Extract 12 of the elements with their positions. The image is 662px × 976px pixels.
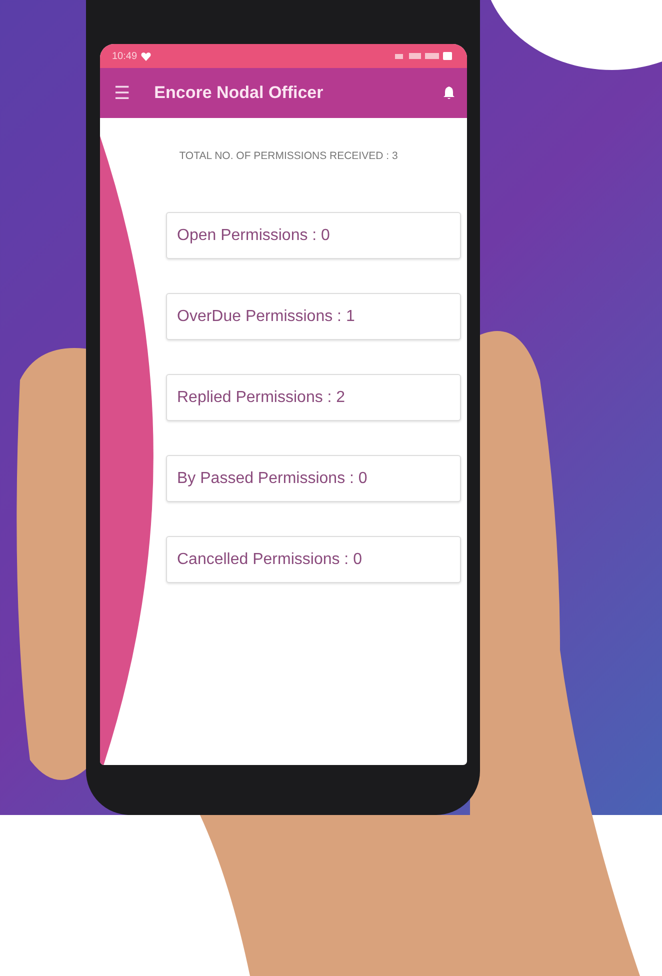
permission-card[interactable]: Replied Permissions : 2 [166, 374, 461, 421]
status-icons [395, 51, 455, 61]
status-time: 10:49 [112, 50, 138, 62]
permission-card[interactable]: Cancelled Permissions : 0 [166, 536, 461, 583]
heart-icon [141, 52, 152, 60]
permission-card[interactable]: Open Permissions : 0 [166, 212, 461, 259]
total-permissions-text: TOTAL NO. OF PERMISSIONS RECEIVED : 3 [178, 150, 399, 162]
menu-button[interactable]: ☰ [108, 80, 136, 106]
app-title: Encore Nodal Officer [154, 83, 324, 103]
bell-icon[interactable] [443, 86, 455, 100]
permission-card[interactable]: By Passed Permissions : 0 [166, 455, 461, 502]
permission-card[interactable]: OverDue Permissions : 1 [166, 293, 461, 340]
